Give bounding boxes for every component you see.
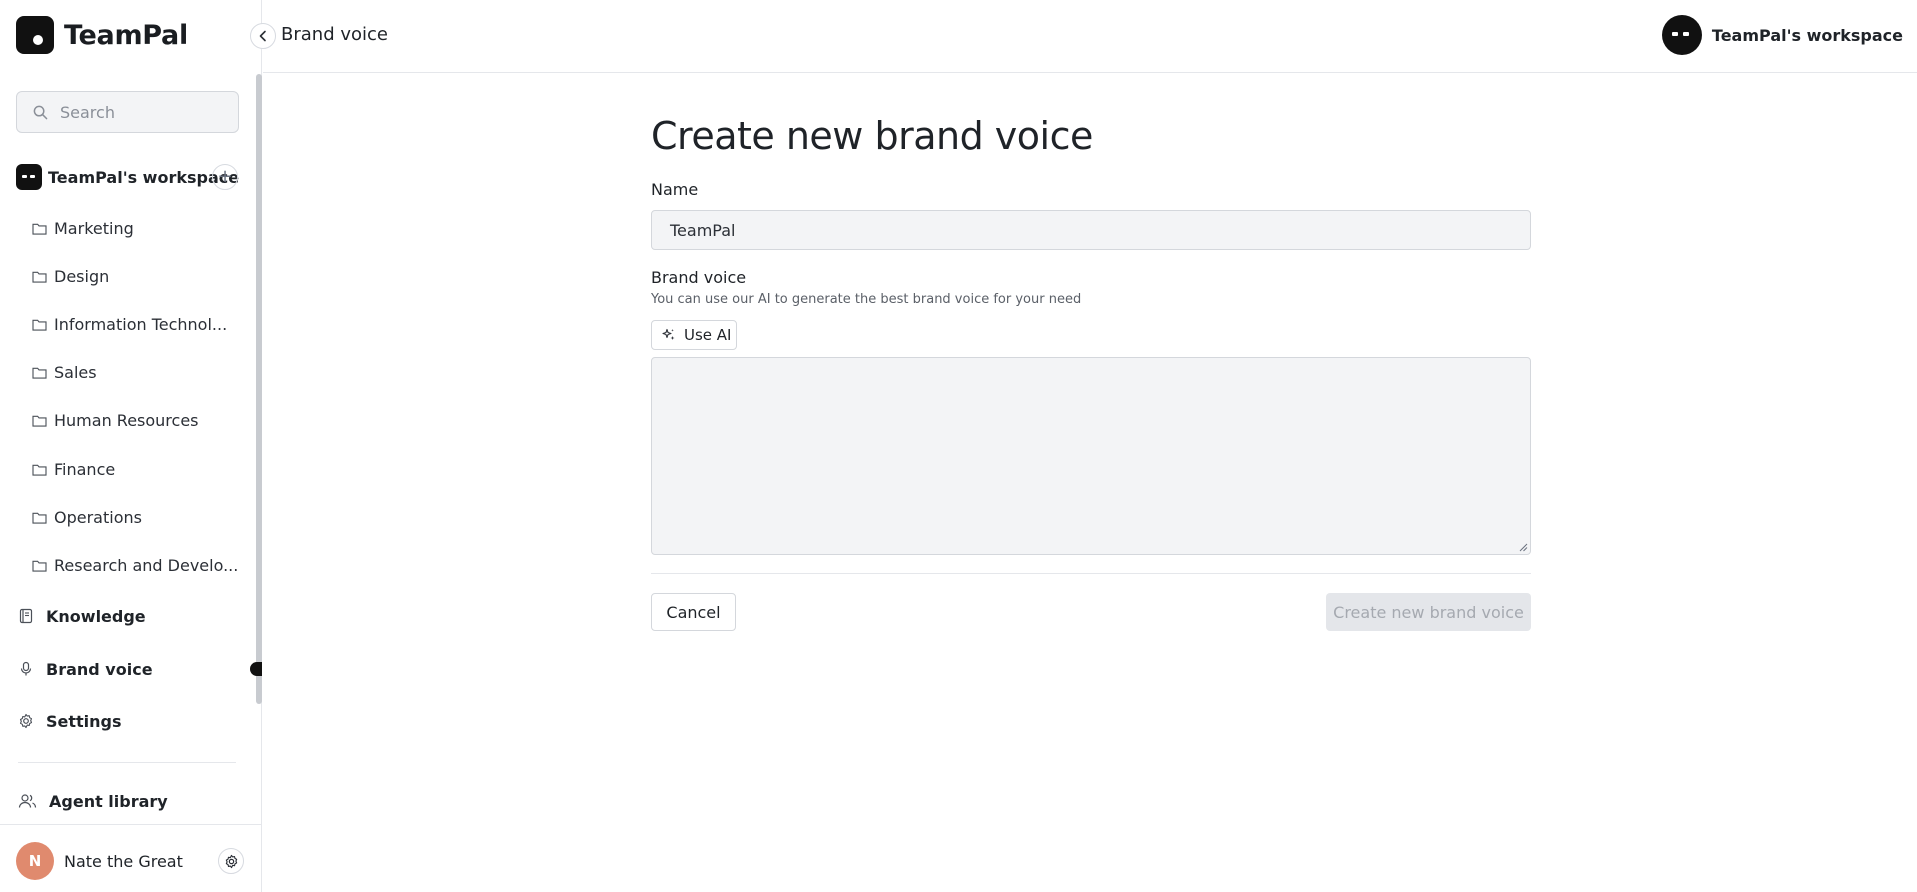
resize-handle-icon[interactable]: [1519, 543, 1528, 552]
folder-icon: [32, 464, 47, 476]
gear-icon: [225, 854, 237, 868]
folder-item-finance[interactable]: Finance: [32, 457, 115, 481]
book-icon: [19, 608, 33, 624]
name-field[interactable]: TeamPal: [651, 210, 1531, 250]
search-placeholder: Search: [60, 102, 115, 122]
chevron-left-icon: [259, 30, 266, 42]
nav-label: Knowledge: [46, 606, 146, 626]
folder-label: Operations: [54, 507, 142, 527]
folder-icon: [32, 560, 47, 572]
folder-label: Human Resources: [54, 410, 199, 430]
microphone-icon: [20, 661, 32, 676]
workspace-name: TeamPal's workspace: [48, 167, 240, 187]
sidebar-divider: [18, 762, 236, 763]
create-brand-voice-button[interactable]: Create new brand voice: [1326, 593, 1531, 631]
nav-item-agent-library[interactable]: Agent library: [18, 788, 238, 814]
folder-icon: [32, 223, 47, 235]
form-divider: [651, 573, 1531, 574]
name-label: Name: [651, 180, 699, 199]
workspace-switcher[interactable]: TeamPal's workspace: [1661, 15, 1903, 55]
sparkles-icon: [662, 328, 675, 340]
form-heading: Create new brand voice: [651, 114, 1093, 158]
use-ai-label: Use AI: [684, 326, 732, 344]
brand-voice-textarea[interactable]: [651, 357, 1531, 555]
folder-icon: [32, 319, 47, 331]
nav-item-settings[interactable]: Settings: [18, 708, 238, 734]
folder-item-human-resources[interactable]: Human Resources: [32, 408, 199, 432]
app-name: TeamPal: [64, 19, 188, 51]
user-profile[interactable]: N Nate the Great: [16, 842, 246, 880]
app-logo[interactable]: TeamPal: [16, 15, 188, 55]
sidebar-scrollbar[interactable]: [256, 74, 262, 704]
search-icon: [33, 105, 48, 119]
workspace-avatar-icon: [16, 164, 42, 190]
gear-icon: [19, 713, 33, 729]
brand-voice-hint: You can use our AI to generate the best …: [651, 292, 1082, 307]
folder-icon: [32, 415, 47, 427]
folder-item-information-technology[interactable]: Information Technol...: [32, 312, 227, 336]
user-settings-button[interactable]: [218, 848, 244, 874]
nav-item-brand-voice[interactable]: Brand voice: [18, 656, 238, 682]
folder-label: Design: [54, 266, 110, 286]
nav-label: Brand voice: [46, 659, 153, 679]
name-field-value: TeamPal: [670, 220, 736, 240]
folder-label: Sales: [54, 362, 97, 382]
folder-item-research-and-development[interactable]: Research and Develo...: [32, 553, 238, 577]
folder-item-sales[interactable]: Sales: [32, 360, 97, 384]
page-title: Brand voice: [281, 24, 388, 45]
workspace-avatar-icon: [1661, 15, 1702, 55]
user-name: Nate the Great: [64, 851, 183, 871]
collapse-sidebar-button[interactable]: [250, 23, 276, 49]
search-input[interactable]: Search: [16, 91, 239, 133]
folder-icon: [32, 367, 47, 379]
nav-item-knowledge[interactable]: Knowledge: [18, 603, 238, 629]
avatar: N: [16, 842, 54, 880]
nav-label: Settings: [46, 711, 122, 731]
sidebar-footer-divider: [0, 824, 262, 825]
brand-voice-label: Brand voice: [651, 268, 747, 287]
folder-item-operations[interactable]: Operations: [32, 505, 142, 529]
folder-label: Finance: [54, 459, 116, 479]
active-indicator: [250, 662, 262, 676]
folder-icon: [32, 271, 47, 283]
brand-voice-form: Create new brand voice Name TeamPal Bran…: [651, 114, 1531, 631]
cancel-button[interactable]: Cancel: [651, 593, 736, 631]
users-icon: [18, 794, 37, 808]
folder-item-marketing[interactable]: Marketing: [32, 216, 134, 240]
folder-label: Marketing: [54, 218, 134, 238]
folder-item-design[interactable]: Design: [32, 264, 109, 288]
folder-label: Research and Develo...: [54, 555, 239, 575]
nav-label: Agent library: [49, 791, 168, 811]
folder-icon: [32, 512, 47, 524]
workspace-item[interactable]: TeamPal's workspace +: [16, 164, 240, 190]
add-folder-button[interactable]: +: [212, 164, 238, 190]
folder-label: Information Technol...: [54, 314, 228, 334]
sidebar: TeamPal Search TeamPal's workspace + Mar…: [0, 0, 262, 892]
plus-icon: +: [217, 166, 233, 187]
logo-icon: [16, 16, 54, 54]
workspace-switcher-label: TeamPal's workspace: [1711, 25, 1903, 45]
top-header: Brand voice TeamPal's workspace: [263, 0, 1917, 73]
use-ai-button[interactable]: Use AI: [651, 320, 737, 350]
